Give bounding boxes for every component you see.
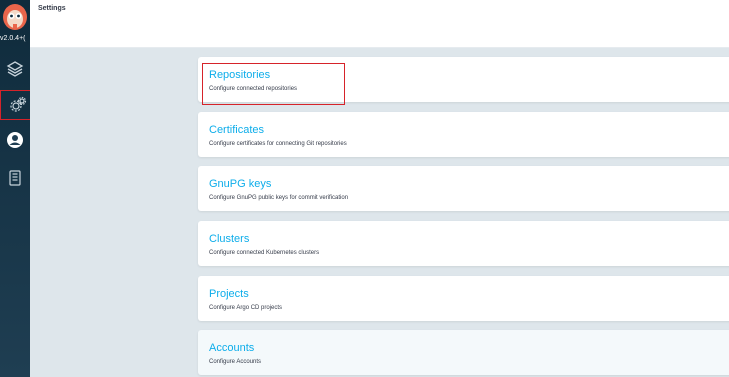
page-title: Settings (38, 5, 66, 12)
top-bar: Settings (30, 0, 729, 48)
settings-card-repositories[interactable]: Repositories Configure connected reposit… (198, 57, 729, 105)
card-description: Configure Accounts (209, 359, 262, 365)
layers-icon (6, 60, 24, 78)
card-title: Clusters (209, 233, 250, 245)
settings-card-clusters[interactable]: Clusters Configure connected Kubernetes … (198, 221, 729, 266)
card-description: Configure connected repositories (209, 86, 298, 92)
nav-item-documentation[interactable] (0, 163, 30, 193)
card-description: Configure GnuPG public keys for commit v… (209, 195, 349, 201)
card-title: Certificates (209, 124, 265, 136)
card-title: Repositories (209, 69, 271, 81)
settings-content: Repositories Configure connected reposit… (30, 48, 729, 377)
sidebar: v2.0.4+( (0, 0, 36, 377)
card-description: Configure Argo CD projects (209, 305, 283, 311)
card-title: Projects (209, 288, 249, 300)
user-circle-icon (6, 131, 24, 149)
nav-item-applications[interactable] (0, 54, 30, 84)
version-label: v2.0.4+( (0, 35, 26, 42)
settings-card-projects[interactable]: Projects Configure Argo CD projects (198, 276, 729, 321)
book-icon (7, 169, 23, 187)
gears-icon (9, 96, 27, 114)
card-description: Configure certificates for connecting Gi… (209, 141, 347, 147)
settings-card-accounts[interactable]: Accounts Configure Accounts (198, 330, 729, 375)
nav-item-user-info[interactable] (0, 125, 30, 155)
card-description: Configure connected Kubernetes clusters (209, 250, 320, 256)
argo-logo[interactable] (1, 2, 29, 32)
card-title: Accounts (209, 342, 255, 354)
card-title: GnuPG keys (209, 178, 272, 190)
settings-card-certificates[interactable]: Certificates Configure certificates for … (198, 112, 729, 157)
settings-card-gnupg-keys[interactable]: GnuPG keys Configure GnuPG public keys f… (198, 166, 729, 211)
